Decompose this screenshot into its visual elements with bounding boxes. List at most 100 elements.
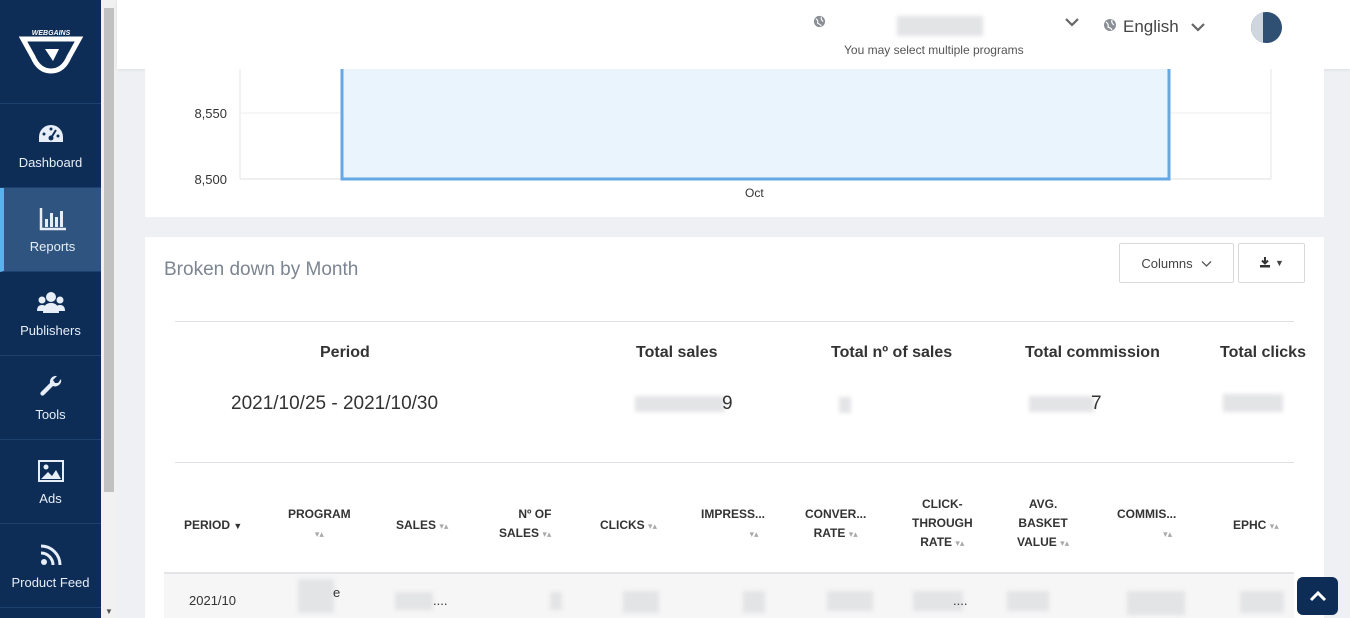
sidebar-item-label: Publishers — [20, 323, 81, 338]
summary-sales-value: 9 — [722, 393, 733, 414]
user-avatar[interactable] — [1251, 12, 1282, 43]
summary-clicks-redacted — [1223, 394, 1283, 412]
sort-icon: ▾▴ — [848, 529, 858, 539]
cell-num-sales-redacted — [550, 592, 562, 610]
col-header-period[interactable]: PERIOD ▼ — [184, 516, 242, 536]
scroll-to-top-button[interactable] — [1297, 577, 1338, 615]
summary-sales-redacted — [635, 396, 725, 412]
sidebar-item-ads[interactable]: Ads — [0, 440, 101, 524]
columns-button[interactable]: Columns — [1119, 243, 1234, 283]
sidebar-item-label: Reports — [29, 239, 76, 254]
col-header-impressions[interactable]: IMPRESS... ▾▴ — [701, 505, 765, 544]
sidebar-item-reports[interactable]: Reports — [0, 188, 101, 272]
sort-icon: ▾▴ — [439, 521, 449, 531]
col-header-label: CLICKS — [600, 518, 645, 532]
sidebar-item-label: Ads — [39, 491, 62, 506]
bar-oct — [342, 69, 1169, 179]
summary-period-value: 2021/10/25 - 2021/10/30 — [231, 393, 439, 414]
sidebar-item-tools[interactable]: Tools — [0, 356, 101, 440]
program-selector-redacted[interactable] — [897, 16, 983, 36]
summary-commission-value: 7 — [1091, 393, 1102, 414]
language-label: English — [1123, 17, 1179, 36]
col-header-label: PROGRAM — [288, 507, 351, 521]
sort-icon: ▾▴ — [314, 529, 324, 539]
globe-icon — [813, 15, 826, 33]
cell-commission-redacted — [1127, 591, 1185, 615]
sort-icon: ▾▴ — [1060, 538, 1070, 548]
language-selector[interactable]: English — [1103, 17, 1205, 37]
program-dropdown-chevron-icon[interactable] — [1065, 14, 1079, 30]
col-header-clicks[interactable]: CLICKS ▾▴ — [600, 516, 657, 536]
webgains-logo[interactable]: WEBGAINS — [0, 0, 101, 104]
summary-header-period: Period — [320, 344, 370, 361]
sidebar-item-dashboard[interactable]: Dashboard — [0, 104, 101, 188]
col-header-label: RATE — [813, 526, 846, 540]
col-header-num-sales[interactable]: Nº OF SALES ▾▴ — [499, 505, 551, 544]
sidebar-item-label: Tools — [35, 407, 66, 422]
cell-sales-text: .... — [433, 593, 448, 608]
chart-card: 8,550 8,500 Oct — [145, 69, 1324, 217]
section-title: Broken down by Month — [164, 259, 359, 280]
scrollbar-thumb[interactable] — [104, 8, 114, 492]
cell-conversion-redacted — [827, 591, 873, 611]
top-header: You may select multiple programs English — [117, 0, 1350, 69]
sort-icon: ▾▴ — [955, 538, 965, 548]
col-header-label: RATE — [920, 535, 953, 549]
users-icon — [36, 289, 65, 317]
monthly-chart — [239, 69, 1272, 181]
col-header-conversion-rate[interactable]: CONVER... RATE ▾▴ — [805, 505, 866, 544]
chevron-up-icon — [1309, 590, 1326, 602]
col-header-label: COMMIS... — [1117, 507, 1177, 521]
sidebar-item-label: Dashboard — [18, 155, 83, 170]
sort-icon: ▾▴ — [1163, 529, 1173, 539]
y-tick-label: 8,550 — [194, 106, 227, 121]
col-header-label: CONVER... — [805, 507, 867, 521]
summary-header-total-num-sales: Total nº of sales — [831, 344, 953, 361]
summary-header-total-commission: Total commission — [1025, 344, 1160, 361]
webgains-logo-icon: WEBGAINS — [18, 30, 83, 74]
col-header-label: VALUE — [1017, 535, 1057, 549]
scroll-down-arrow-icon[interactable]: ▼ — [105, 607, 113, 616]
cell-ephc-redacted — [1240, 591, 1284, 613]
sidebar-item-product-feed[interactable]: Product Feed — [0, 524, 101, 608]
col-header-program[interactable]: PROGRAM ▾▴ — [288, 505, 351, 544]
col-header-label: SALES — [499, 526, 540, 540]
sidebar-item-publishers[interactable]: Publishers — [0, 272, 101, 356]
col-header-sales[interactable]: SALES ▾▴ — [396, 516, 448, 536]
cell-sales-redacted — [395, 592, 433, 610]
col-header-label: PERIOD — [184, 518, 231, 532]
sort-icon: ▾▴ — [542, 529, 552, 539]
cell-period: 2021/10 — [189, 593, 236, 608]
sort-icon: ▾▴ — [648, 521, 658, 531]
chevron-down-icon — [1201, 256, 1212, 271]
col-header-ctr[interactable]: CLICK- THROUGH RATE ▾▴ — [912, 495, 973, 553]
cell-program-text: e — [333, 585, 341, 600]
language-globe-icon — [1103, 17, 1117, 37]
bar-chart-icon — [39, 205, 67, 233]
summary-commission-redacted — [1029, 396, 1094, 412]
cell-clicks-redacted — [623, 591, 659, 613]
col-header-ephc[interactable]: EPHC ▾▴ — [1233, 516, 1279, 536]
svg-text:WEBGAINS: WEBGAINS — [31, 30, 70, 37]
program-selector-hint: You may select multiple programs — [844, 43, 1024, 57]
divider — [175, 321, 1294, 322]
sort-desc-icon: ▼ — [233, 521, 243, 531]
dashboard-icon — [37, 121, 65, 149]
download-icon — [1259, 256, 1271, 271]
sidebar-item-label: Product Feed — [11, 575, 90, 590]
rss-icon — [37, 541, 65, 569]
col-header-label: IMPRESS... — [701, 507, 766, 521]
cell-impressions-redacted — [743, 591, 765, 613]
export-button[interactable]: ▼ — [1238, 243, 1305, 283]
caret-down-icon: ▼ — [1275, 258, 1284, 268]
sort-icon: ▾▴ — [749, 529, 759, 539]
report-card: Broken down by Month Columns ▼ Period To… — [145, 237, 1324, 618]
col-header-avg-basket-value[interactable]: AVG. BASKET VALUE ▾▴ — [1017, 495, 1069, 553]
cell-avg-basket-redacted — [1007, 591, 1049, 611]
col-header-label: AVG. — [1028, 497, 1058, 511]
col-header-commission[interactable]: COMMIS... ▾▴ — [1117, 505, 1176, 544]
col-header-label: BASKET — [1018, 516, 1068, 530]
sidebar-scrollbar[interactable]: ▼ — [101, 0, 117, 618]
sort-icon: ▾▴ — [1269, 521, 1279, 531]
divider — [175, 462, 1294, 463]
